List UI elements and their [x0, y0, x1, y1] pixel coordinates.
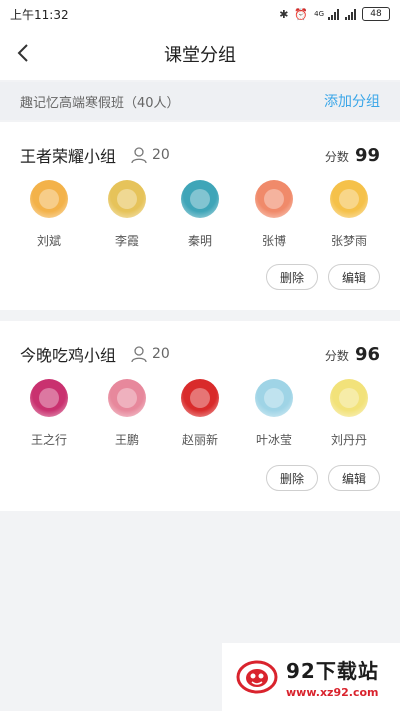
watermark: 92下载站 www.xz92.com	[222, 643, 400, 711]
person-icon	[131, 346, 147, 363]
member-item[interactable]: 秦明	[170, 180, 230, 249]
delete-group-button[interactable]: 删除	[266, 264, 318, 290]
member-item[interactable]: 王鹏	[97, 379, 157, 448]
avatar	[255, 379, 293, 417]
group-header: 王者荣耀小组 20 分数 99	[20, 142, 380, 168]
member-name: 叶冰莹	[255, 433, 292, 447]
avatar	[330, 180, 368, 218]
edit-group-button[interactable]: 编辑	[328, 465, 380, 491]
avatar	[330, 379, 368, 417]
member-item[interactable]: 叶冰莹	[244, 379, 304, 448]
avatar	[255, 180, 293, 218]
group-card: 今晚吃鸡小组 20 分数 96 王之行 王鹏 赵丽新 叶冰莹 刘丹丹 删除 编辑	[0, 321, 400, 511]
member-item[interactable]: 赵丽新	[170, 379, 230, 448]
member-name: 张梦雨	[330, 234, 367, 248]
avatar	[108, 180, 146, 218]
battery-icon: 48	[362, 7, 390, 21]
member-count-value: 20	[152, 346, 170, 362]
chevron-left-icon	[17, 44, 28, 62]
member-item[interactable]: 刘斌	[19, 180, 79, 249]
signal-icon	[328, 8, 339, 20]
avatar	[30, 379, 68, 417]
score: 分数 99	[325, 145, 380, 166]
status-bar: 上午11:32 ✱ ⏰ 4G 48	[0, 0, 400, 28]
watermark-logo-icon	[236, 659, 278, 695]
member-item[interactable]: 张博	[244, 180, 304, 249]
group-actions: 删除 编辑	[266, 465, 380, 491]
score-label: 分数	[324, 149, 349, 164]
network-type: 4G	[314, 9, 324, 18]
class-name: 趣记忆高端寒假班（40人）	[20, 95, 180, 111]
watermark-url: www.xz92.com	[286, 686, 379, 699]
watermark-text: 92下载站 www.xz92.com	[286, 655, 379, 699]
score-value: 96	[354, 343, 380, 365]
add-group-button[interactable]: 添加分组	[324, 91, 380, 111]
member-count: 20	[130, 345, 170, 363]
score-label: 分数	[324, 348, 349, 363]
group-name: 今晚吃鸡小组	[20, 346, 117, 365]
back-button[interactable]	[8, 38, 38, 68]
bluetooth-icon: ✱	[279, 7, 289, 21]
status-time: 上午11:32	[10, 7, 69, 22]
member-name: 王之行	[30, 433, 67, 447]
page-title: 课堂分组	[164, 45, 236, 66]
member-item[interactable]: 王之行	[19, 379, 79, 448]
edit-group-button[interactable]: 编辑	[328, 264, 380, 290]
member-count-value: 20	[152, 147, 170, 163]
score: 分数 96	[325, 344, 380, 365]
member-list: 王之行 王鹏 赵丽新 叶冰莹 刘丹丹	[0, 379, 400, 449]
member-list: 刘斌 李霞 秦明 张博 张梦雨	[0, 180, 400, 250]
avatar	[181, 379, 219, 417]
member-item[interactable]: 张梦雨	[319, 180, 379, 249]
nav-bar: 课堂分组	[0, 28, 400, 80]
group-header: 今晚吃鸡小组 20 分数 96	[20, 341, 380, 367]
member-name: 王鹏	[114, 433, 139, 447]
group-actions: 删除 编辑	[266, 264, 380, 290]
class-info-bar: 趣记忆高端寒假班（40人） 添加分组	[0, 82, 400, 120]
member-count: 20	[130, 146, 170, 164]
avatar	[181, 180, 219, 218]
signal-2-icon	[345, 8, 356, 20]
alarm-icon: ⏰	[294, 7, 309, 21]
avatar	[30, 180, 68, 218]
member-item[interactable]: 李霞	[97, 180, 157, 249]
member-name: 赵丽新	[181, 433, 218, 447]
member-name: 秦明	[187, 234, 212, 248]
avatar	[108, 379, 146, 417]
score-value: 99	[354, 144, 380, 166]
member-name: 刘斌	[36, 234, 61, 248]
status-icons: ✱ ⏰ 4G 48	[279, 7, 390, 21]
member-name: 刘丹丹	[330, 433, 367, 447]
member-item[interactable]: 刘丹丹	[319, 379, 379, 448]
person-icon	[131, 147, 147, 164]
delete-group-button[interactable]: 删除	[266, 465, 318, 491]
watermark-title: 92下载站	[286, 659, 379, 683]
group-card: 王者荣耀小组 20 分数 99 刘斌 李霞 秦明 张博 张梦雨 删除 编辑	[0, 122, 400, 310]
member-name: 李霞	[114, 234, 139, 248]
member-name: 张博	[261, 234, 286, 248]
group-name: 王者荣耀小组	[20, 147, 117, 166]
